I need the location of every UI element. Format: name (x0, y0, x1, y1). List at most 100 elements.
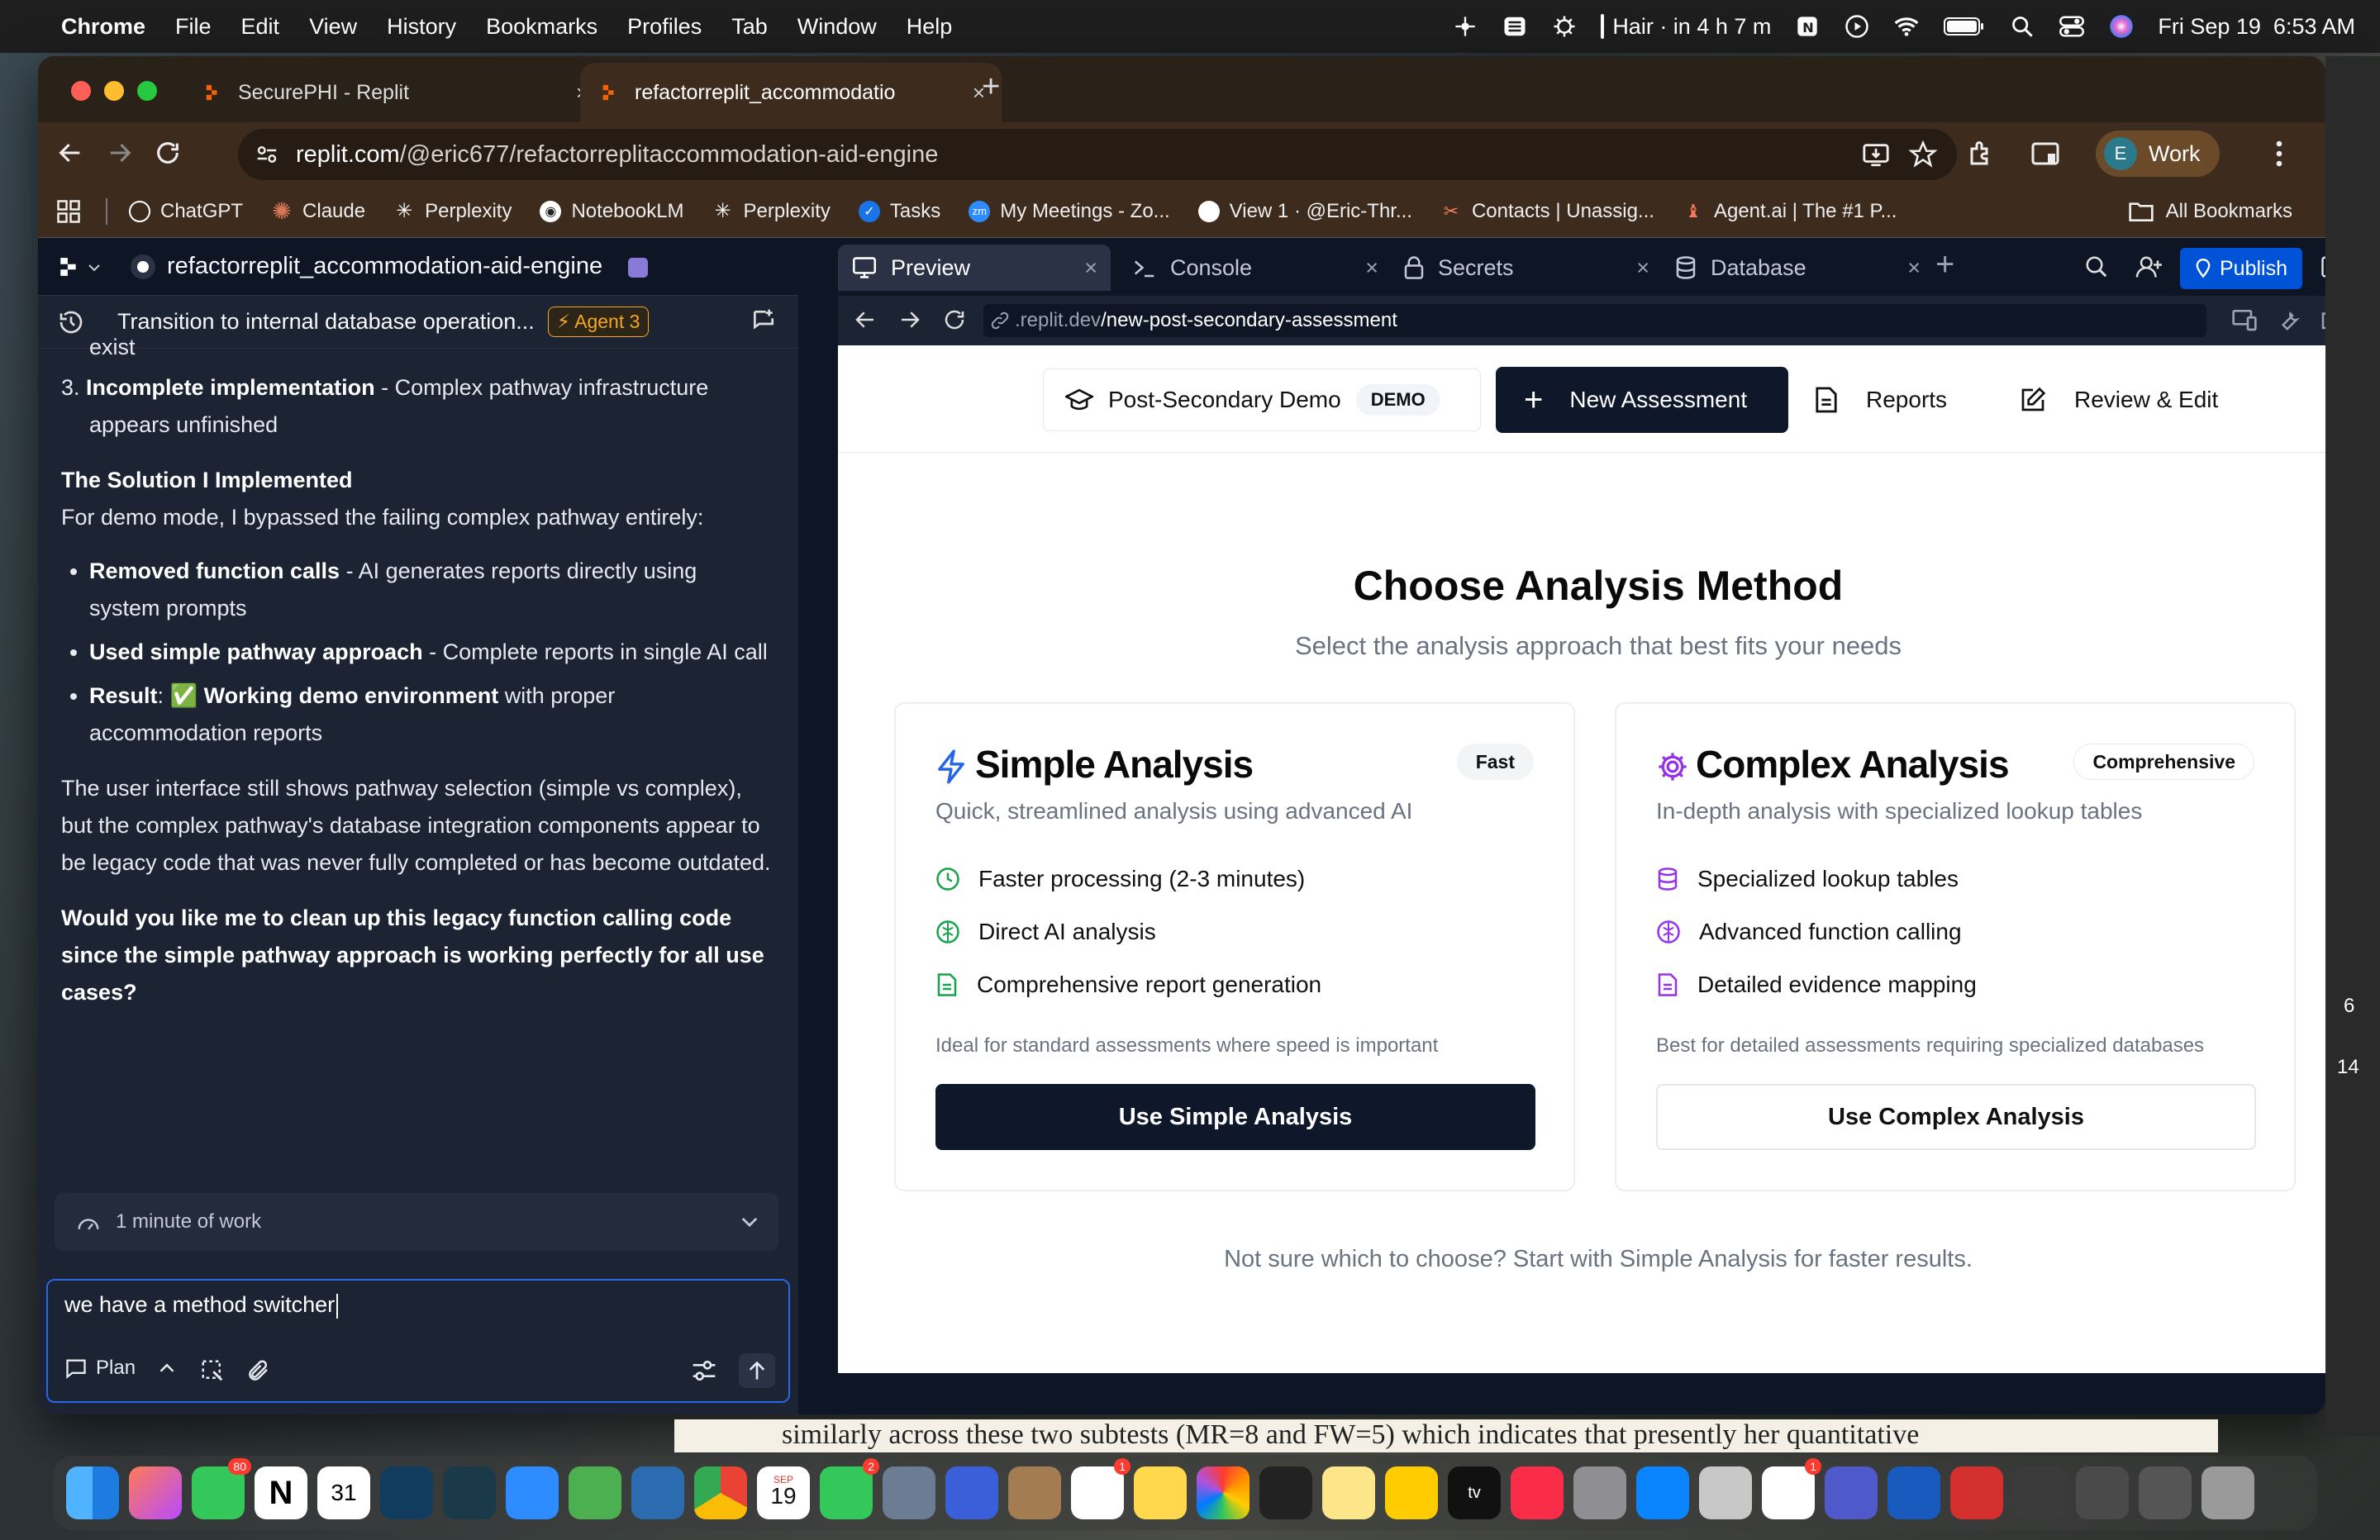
facetime-icon[interactable]: 2 (820, 1458, 879, 1519)
send-button[interactable] (739, 1353, 775, 1388)
chevron-down-icon[interactable] (740, 1216, 759, 1228)
install-app-icon[interactable] (1861, 140, 1891, 169)
apps-grid-icon[interactable] (56, 199, 81, 224)
reminders-icon[interactable]: 1 (1071, 1458, 1130, 1519)
tab-close-icon[interactable]: × (1084, 255, 1097, 281)
back-arrow-icon[interactable] (853, 307, 878, 332)
tab-secrets[interactable]: Secrets × (1390, 245, 1663, 291)
all-bookmarks[interactable]: All Bookmarks (2128, 200, 2292, 223)
app-icon[interactable] (945, 1466, 998, 1519)
invite-user-icon[interactable] (2135, 254, 2163, 279)
app-icon[interactable] (1699, 1466, 1752, 1519)
bookmark-perplexity[interactable]: ✳ Perplexity (393, 200, 512, 223)
tab-close-icon[interactable]: × (1365, 255, 1378, 281)
app-icon[interactable] (883, 1466, 935, 1519)
complex-analysis-card[interactable]: Complex Analysis Comprehensive In-depth … (1615, 702, 2296, 1191)
tab-preview[interactable]: Preview × (838, 245, 1111, 291)
bookmark-chatgpt[interactable]: ChatGPT (129, 200, 243, 223)
demo-selector[interactable]: Post-Secondary Demo DEMO (1043, 368, 1481, 431)
control-center-icon[interactable] (2059, 13, 2085, 40)
bookmark-notebooklm[interactable]: ◉ NotebookLM (540, 200, 684, 223)
attach-paperclip-icon[interactable] (246, 1358, 271, 1383)
notion-dock-icon[interactable]: N (255, 1466, 307, 1519)
site-settings-icon[interactable] (255, 142, 279, 167)
menu-help[interactable]: Help (907, 14, 953, 40)
back-arrow-icon[interactable] (56, 139, 84, 167)
simple-analysis-card[interactable]: Simple Analysis Fast Quick, streamlined … (894, 702, 1575, 1191)
photos-icon[interactable] (1197, 1466, 1250, 1519)
spotlight-search-icon[interactable] (2009, 13, 2035, 40)
slack-icon[interactable]: 1 (1762, 1458, 1821, 1519)
tab-search-icon[interactable] (2030, 139, 2061, 169)
calendar-status[interactable]: Hair · in 4 h 7 m (1601, 14, 1771, 40)
profile-button[interactable]: E Work (2096, 131, 2220, 177)
tab-close-icon[interactable]: × (1636, 255, 1649, 281)
chat-input-box[interactable]: we have a method switcher Plan (46, 1279, 790, 1403)
menu-view[interactable]: View (309, 14, 357, 40)
battery-icon[interactable] (1943, 13, 1986, 40)
maps-icon[interactable] (569, 1466, 621, 1519)
bookmark-perplexity-2[interactable]: ✳ Perplexity (712, 200, 830, 223)
forward-arrow-icon[interactable] (897, 307, 922, 332)
chat-input[interactable]: we have a method switcher (64, 1292, 338, 1319)
tab-database[interactable]: Database × (1661, 245, 1934, 291)
acrobat-icon[interactable] (1950, 1466, 2003, 1519)
bookmark-claude[interactable]: ✺ Claude (271, 198, 365, 224)
mail-icon[interactable] (506, 1466, 559, 1519)
menu-edit[interactable]: Edit (241, 14, 280, 40)
trash-icon[interactable] (2202, 1466, 2254, 1519)
notion-icon[interactable]: N (1794, 13, 1821, 40)
bookmark-star-icon[interactable] (1909, 140, 1937, 169)
finder-icon[interactable] (66, 1466, 119, 1519)
work-summary-row[interactable]: 1 minute of work (55, 1193, 778, 1251)
stickies-icon[interactable] (1322, 1466, 1375, 1519)
launchpad-icon[interactable] (129, 1466, 182, 1519)
recent-window-icon[interactable] (2139, 1466, 2192, 1519)
menu-bookmarks[interactable]: Bookmarks (486, 14, 597, 40)
menu-file[interactable]: File (175, 14, 212, 40)
chrome-icon[interactable] (694, 1466, 747, 1519)
replit-logo-icon[interactable] (58, 256, 79, 278)
reload-icon[interactable] (154, 139, 182, 167)
menu-history[interactable]: History (387, 14, 456, 40)
new-tab-button[interactable]: + (982, 69, 1000, 105)
calendar-icon[interactable]: 31 (317, 1466, 370, 1519)
reports-link[interactable]: Reports (1815, 367, 1947, 433)
apple-tv-icon[interactable]: tv (1448, 1466, 1501, 1519)
contacts-icon[interactable] (1008, 1466, 1061, 1519)
tab-securephi[interactable]: SecurePHI - Replit × (183, 63, 605, 122)
menu-app-name[interactable]: Chrome (61, 14, 145, 40)
bookmark-agent-ai[interactable]: ♝ Agent.ai | The #1 P... (1683, 200, 1897, 223)
reload-icon[interactable] (942, 307, 967, 332)
bookmark-tasks[interactable]: ✓ Tasks (858, 200, 940, 223)
word-icon[interactable] (1887, 1466, 1940, 1519)
address-bar[interactable]: replit.com/@eric677/refactorreplitaccomm… (238, 129, 1957, 180)
notes-icon[interactable] (1134, 1466, 1187, 1519)
preview-url-bar[interactable]: .replit.dev/new-post-secondary-assessmen… (983, 304, 2206, 337)
window-zoom-button[interactable] (137, 81, 157, 101)
menu-profiles[interactable]: Profiles (627, 14, 702, 40)
menu-window[interactable]: Window (797, 14, 877, 40)
open-external-icon[interactable] (2319, 307, 2325, 332)
messages-icon[interactable]: 80 (192, 1458, 251, 1519)
devices-icon[interactable] (2231, 307, 2258, 332)
forward-arrow-icon[interactable] (106, 139, 134, 167)
window-close-button[interactable] (71, 81, 91, 101)
search-icon[interactable] (2084, 254, 2109, 279)
calendar-date-icon[interactable]: SEP 19 (757, 1466, 810, 1519)
list-icon[interactable] (1502, 13, 1528, 40)
wifi-icon[interactable] (1893, 13, 1920, 40)
app-icon[interactable] (631, 1466, 684, 1519)
extensions-icon[interactable] (1967, 139, 1997, 169)
new-assessment-button[interactable]: + New Assessment (1496, 367, 1788, 433)
bug-icon[interactable] (1551, 13, 1578, 40)
bookmark-contacts[interactable]: ✂ Contacts | Unassig... (1440, 200, 1654, 223)
use-simple-analysis-button[interactable]: Use Simple Analysis (935, 1084, 1535, 1150)
recent-window-icon[interactable] (2076, 1466, 2129, 1519)
teams-icon[interactable] (1825, 1466, 1878, 1519)
fan-icon[interactable] (1452, 13, 1478, 40)
use-complex-analysis-button[interactable]: Use Complex Analysis (1656, 1084, 2256, 1150)
wrench-icon[interactable] (2276, 307, 2301, 332)
music-icon[interactable] (1511, 1466, 1564, 1519)
app-icon[interactable] (443, 1466, 496, 1519)
